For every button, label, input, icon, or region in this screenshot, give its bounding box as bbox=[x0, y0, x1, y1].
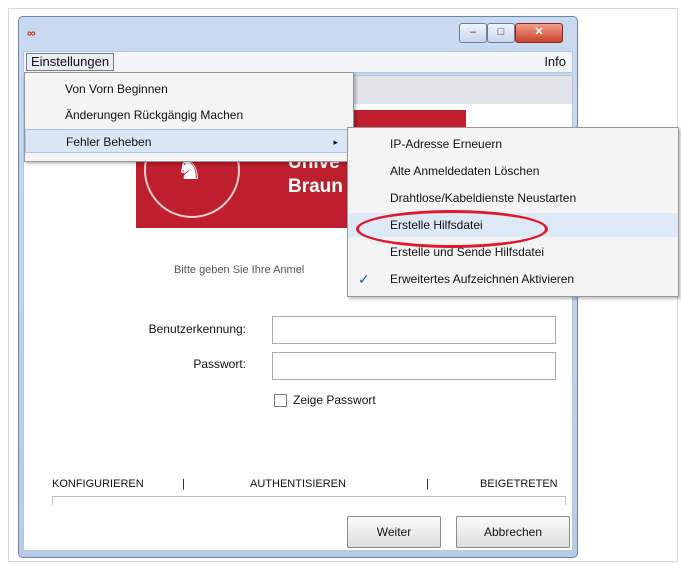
step-konfigurieren: KONFIGURIEREN bbox=[52, 478, 144, 490]
show-password-label: Zeige Passwort bbox=[293, 393, 376, 407]
menu-item-aenderungen-rueckgaengig[interactable]: Änderungen Rückgängig Machen bbox=[25, 103, 353, 127]
checkmark-icon: ✓ bbox=[358, 271, 370, 287]
close-button[interactable]: ✕ bbox=[515, 23, 563, 43]
highlight-circle-annotation bbox=[356, 210, 548, 248]
abbrechen-button[interactable]: Abbrechen bbox=[456, 516, 570, 548]
progress-track bbox=[52, 496, 566, 505]
show-password-checkbox[interactable] bbox=[274, 393, 287, 407]
password-label: Passwort: bbox=[193, 357, 246, 371]
menu-item-label: Erweitertes Aufzeichnen Aktivieren bbox=[390, 272, 575, 286]
title-bar: ∞ – □ ✕ bbox=[19, 17, 577, 47]
menu-bar: Einstellungen Info bbox=[23, 51, 573, 73]
menu-item-dienste-neustarten[interactable]: Drahtlose/Kabeldienste Neustarten bbox=[348, 186, 678, 210]
submenu-arrow-icon: ▸ bbox=[333, 137, 338, 147]
menu-item-anmeldedaten-loeschen[interactable]: Alte Anmeldedaten Löschen bbox=[348, 159, 678, 183]
menu-item-erweitertes-aufzeichnen[interactable]: ✓ Erweitertes Aufzeichnen Aktivieren bbox=[348, 267, 678, 291]
password-input[interactable] bbox=[272, 352, 556, 380]
fehler-beheben-submenu: IP-Adresse Erneuern Alte Anmeldedaten Lö… bbox=[347, 127, 679, 297]
step-authentisieren: AUTHENTISIEREN bbox=[250, 478, 346, 490]
menu-item-ip-erneuern[interactable]: IP-Adresse Erneuern bbox=[348, 132, 678, 156]
username-label: Benutzerkennung: bbox=[148, 322, 246, 336]
menu-item-fehler-beheben[interactable]: Fehler Beheben ▸ bbox=[25, 129, 353, 153]
menu-item-label: Fehler Beheben bbox=[66, 135, 152, 149]
menu-einstellungen[interactable]: Einstellungen bbox=[26, 53, 115, 71]
minimize-button[interactable]: – bbox=[459, 23, 487, 43]
step-separator: | bbox=[182, 478, 185, 490]
banner-line-2: Braun bbox=[288, 176, 343, 197]
menu-item-von-vorn-beginnen[interactable]: Von Vorn Beginnen bbox=[25, 77, 353, 101]
username-input[interactable] bbox=[272, 316, 556, 344]
weiter-button[interactable]: Weiter bbox=[347, 516, 441, 548]
maximize-button[interactable]: □ bbox=[487, 23, 515, 43]
step-beigetreten: BEIGETRETEN bbox=[480, 478, 558, 490]
einstellungen-menu: Von Vorn Beginnen Änderungen Rückgängig … bbox=[24, 72, 354, 162]
login-prompt: Bitte geben Sie Ihre Anmel bbox=[174, 264, 305, 276]
show-password-row[interactable]: Zeige Passwort bbox=[274, 393, 376, 407]
step-separator: | bbox=[426, 478, 429, 490]
app-logo-icon: ∞ bbox=[27, 26, 36, 40]
menu-info[interactable]: Info bbox=[544, 54, 566, 70]
